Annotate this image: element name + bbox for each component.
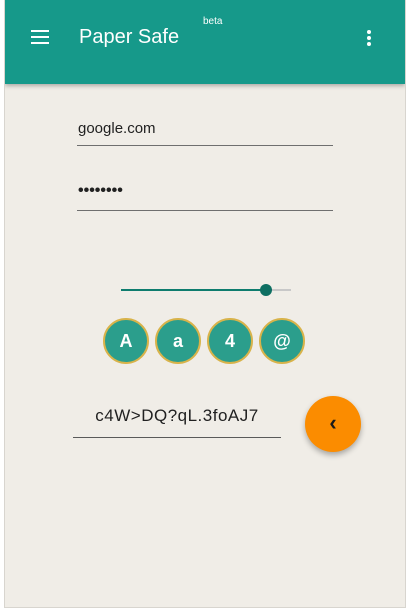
hamburger-menu-icon[interactable] — [31, 30, 49, 44]
digits-toggle-button[interactable]: 4 — [207, 318, 253, 364]
generated-password-field[interactable]: c4W>DQ?qL.3foAJ7 — [73, 402, 281, 438]
uppercase-toggle-button[interactable]: A — [103, 318, 149, 364]
slider-thumb[interactable] — [259, 284, 272, 296]
master-password-value: •••••••• — [78, 182, 123, 199]
generated-password-value: c4W>DQ?qL.3foAJ7 — [95, 406, 259, 425]
lowercase-toggle-button[interactable]: a — [155, 318, 201, 364]
master-password-input[interactable]: •••••••• — [77, 181, 333, 211]
slider-fill — [121, 289, 266, 291]
app-title: Paper Safe — [79, 26, 180, 48]
site-input[interactable]: google.com — [77, 116, 333, 146]
more-vert-icon[interactable] — [367, 30, 371, 46]
back-fab-button[interactable]: ‹ — [305, 396, 361, 452]
app-window: Paper Safe beta google.com •••••••• A a … — [4, 0, 406, 608]
site-input-value: google.com — [78, 120, 156, 137]
symbols-toggle-button[interactable]: @ — [259, 318, 305, 364]
chevron-left-icon: ‹ — [329, 410, 337, 435]
app-bar: Paper Safe beta — [5, 0, 405, 84]
beta-badge: beta — [203, 16, 223, 27]
length-slider[interactable] — [121, 282, 291, 298]
